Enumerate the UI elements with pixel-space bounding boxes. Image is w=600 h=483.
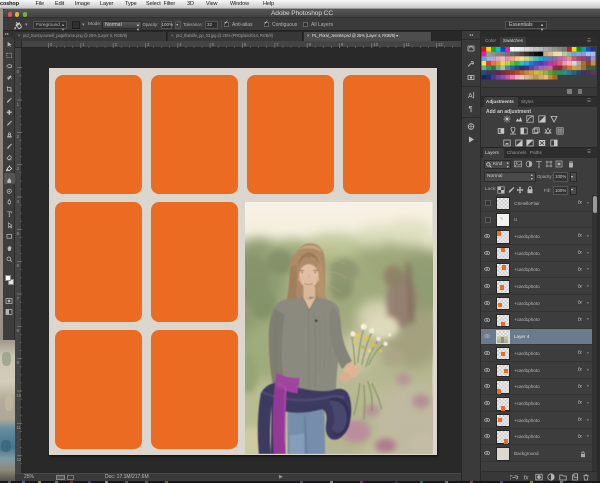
svg-text:A: A bbox=[468, 93, 473, 100]
svg-text:¶: ¶ bbox=[469, 104, 473, 113]
svg-text:fx: fx bbox=[524, 474, 530, 481]
